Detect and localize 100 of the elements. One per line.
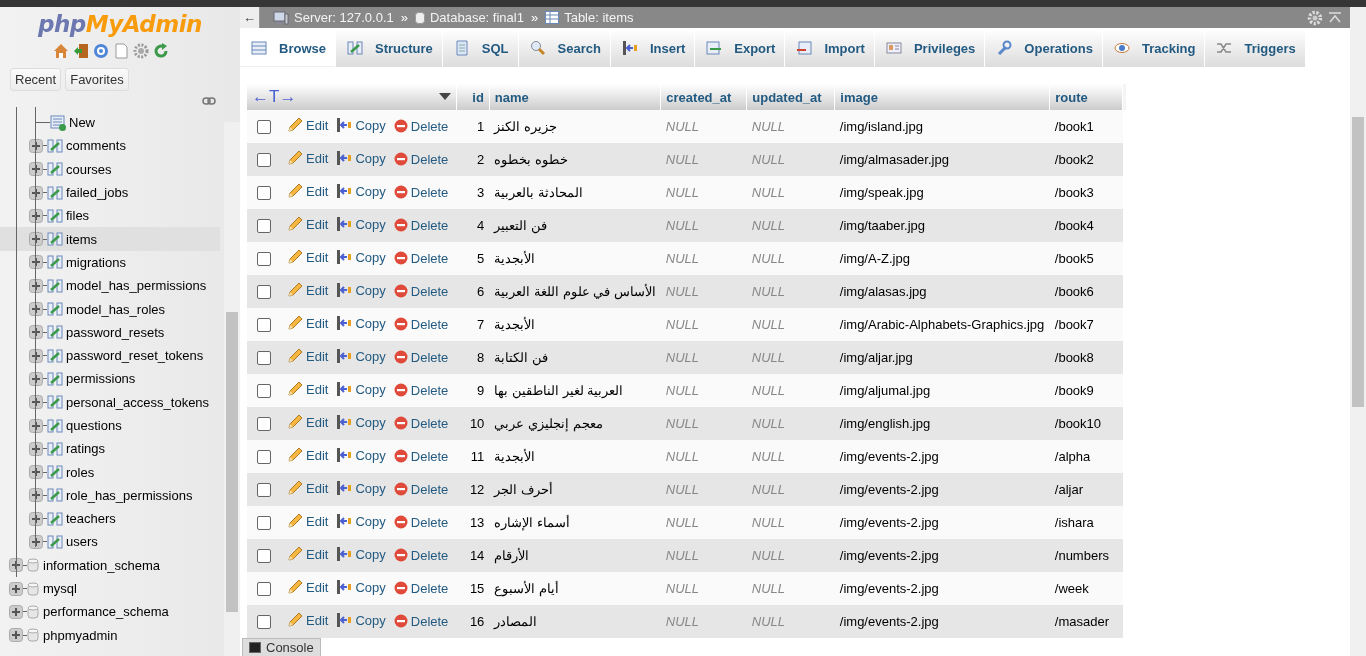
database-link[interactable]: performance_schema — [43, 604, 169, 620]
delete-link[interactable]: Delete — [393, 316, 449, 332]
table-link[interactable]: teachers — [66, 511, 116, 527]
table-icon[interactable] — [47, 487, 63, 504]
edit-link[interactable]: Edit — [287, 117, 329, 133]
delete-link[interactable]: Delete — [393, 415, 449, 431]
table-link[interactable]: users — [66, 534, 98, 550]
edit-link[interactable]: Edit — [287, 216, 329, 232]
column-header[interactable]: id — [456, 84, 490, 110]
row-checkbox[interactable] — [257, 350, 271, 365]
copy-link[interactable]: Copy — [336, 249, 386, 265]
database-link[interactable]: phpmyadmin — [43, 627, 118, 643]
table-link[interactable]: role_has_permissions — [66, 487, 193, 503]
delete-link[interactable]: Delete — [393, 481, 449, 497]
copy-link[interactable]: Copy — [336, 150, 386, 166]
delete-link[interactable]: Delete — [393, 448, 449, 464]
row-checkbox[interactable] — [257, 152, 271, 167]
edit-link[interactable]: Edit — [287, 381, 329, 397]
copy-link[interactable]: Copy — [336, 612, 386, 628]
edit-link[interactable]: Edit — [287, 414, 329, 430]
copy-link[interactable]: Copy — [336, 414, 386, 430]
edit-link[interactable]: Edit — [287, 183, 329, 199]
copy-link[interactable]: Copy — [336, 216, 386, 232]
edit-link[interactable]: Edit — [287, 513, 329, 529]
copy-link[interactable]: Copy — [336, 381, 386, 397]
tab[interactable]: SQL — [442, 29, 519, 67]
table-icon[interactable] — [47, 254, 63, 271]
copy-link[interactable]: Copy — [336, 315, 386, 331]
delete-link[interactable]: Delete — [393, 118, 449, 134]
row-checkbox[interactable] — [257, 383, 271, 398]
tab[interactable]: Privileges — [874, 29, 986, 67]
delete-link[interactable]: Delete — [393, 184, 449, 200]
table-link[interactable]: ratings — [66, 441, 106, 457]
delete-link[interactable]: Delete — [393, 613, 449, 629]
edit-link[interactable]: Edit — [287, 612, 329, 628]
home-icon[interactable] — [53, 43, 69, 59]
column-header[interactable]: created_at — [660, 84, 747, 110]
scrollbar[interactable] — [1350, 7, 1366, 656]
table-link[interactable]: roles — [66, 464, 95, 480]
help-icon[interactable] — [93, 43, 109, 59]
copy-link[interactable]: Copy — [336, 579, 386, 595]
new-table-icon[interactable] — [50, 114, 66, 131]
copy-link[interactable]: Copy — [336, 480, 386, 496]
copy-link[interactable]: Copy — [336, 117, 386, 133]
table-link[interactable]: comments — [66, 138, 126, 154]
delete-link[interactable]: Delete — [393, 283, 449, 299]
edit-link[interactable]: Edit — [287, 315, 329, 331]
table-icon[interactable] — [47, 277, 63, 294]
table-link[interactable]: items — [66, 231, 98, 247]
table-icon[interactable] — [47, 207, 63, 224]
table-link[interactable]: personal_access_tokens — [66, 394, 210, 410]
table-icon[interactable] — [47, 370, 63, 387]
dropdown-icon[interactable] — [438, 93, 451, 101]
table-link[interactable]: model_has_roles — [66, 301, 165, 317]
table-icon[interactable] — [47, 534, 63, 550]
row-checkbox[interactable] — [257, 284, 271, 299]
copy-link[interactable]: Copy — [336, 546, 386, 562]
table-icon[interactable] — [47, 417, 63, 434]
delete-link[interactable]: Delete — [393, 514, 449, 530]
expand-icon[interactable] — [9, 581, 23, 596]
row-checkbox[interactable] — [257, 449, 271, 464]
exit-icon[interactable] — [73, 43, 89, 59]
link-icon[interactable] — [202, 97, 216, 105]
expand-icon[interactable] — [9, 604, 23, 619]
edit-link[interactable]: Edit — [287, 546, 329, 562]
row-checkbox[interactable] — [257, 614, 271, 629]
table-icon[interactable] — [47, 301, 63, 317]
tab[interactable]: Insert — [610, 29, 696, 67]
table-link[interactable]: questions — [66, 418, 122, 433]
edit-link[interactable]: Edit — [287, 480, 329, 496]
row-checkbox[interactable] — [257, 119, 271, 134]
table-link[interactable]: model_has_permissions — [66, 278, 207, 294]
row-checkbox[interactable] — [257, 416, 271, 431]
copy-link[interactable]: Copy — [336, 447, 386, 463]
collapse-button[interactable]: ← — [240, 7, 260, 28]
table-link[interactable]: failed_jobs — [66, 185, 129, 201]
tab[interactable]: Operations — [985, 29, 1103, 67]
edit-link[interactable]: Edit — [287, 282, 329, 298]
edit-link[interactable]: Edit — [287, 447, 329, 463]
row-checkbox[interactable] — [257, 581, 271, 596]
logo[interactable]: phpMyAdmin — [38, 11, 202, 37]
delete-link[interactable]: Delete — [393, 349, 449, 365]
delete-link[interactable]: Delete — [393, 382, 449, 398]
row-checkbox[interactable] — [257, 317, 271, 332]
table-icon[interactable] — [47, 184, 63, 201]
tab[interactable]: Export — [695, 29, 786, 67]
expand-icon[interactable] — [9, 558, 23, 573]
row-checkbox[interactable] — [257, 482, 271, 497]
table-icon[interactable] — [47, 464, 63, 481]
tab[interactable]: Triggers — [1205, 29, 1306, 67]
table-link[interactable]: courses — [66, 161, 112, 177]
table-icon[interactable] — [47, 440, 63, 457]
delete-link[interactable]: Delete — [393, 547, 449, 563]
table-icon[interactable] — [47, 231, 63, 248]
table-link[interactable]: permissions — [66, 371, 136, 387]
collapse-top-icon[interactable] — [1328, 10, 1342, 25]
delete-link[interactable]: Delete — [393, 580, 449, 596]
row-checkbox[interactable] — [257, 548, 271, 563]
console-button[interactable]: Console — [242, 638, 321, 656]
table-icon[interactable] — [47, 510, 63, 527]
